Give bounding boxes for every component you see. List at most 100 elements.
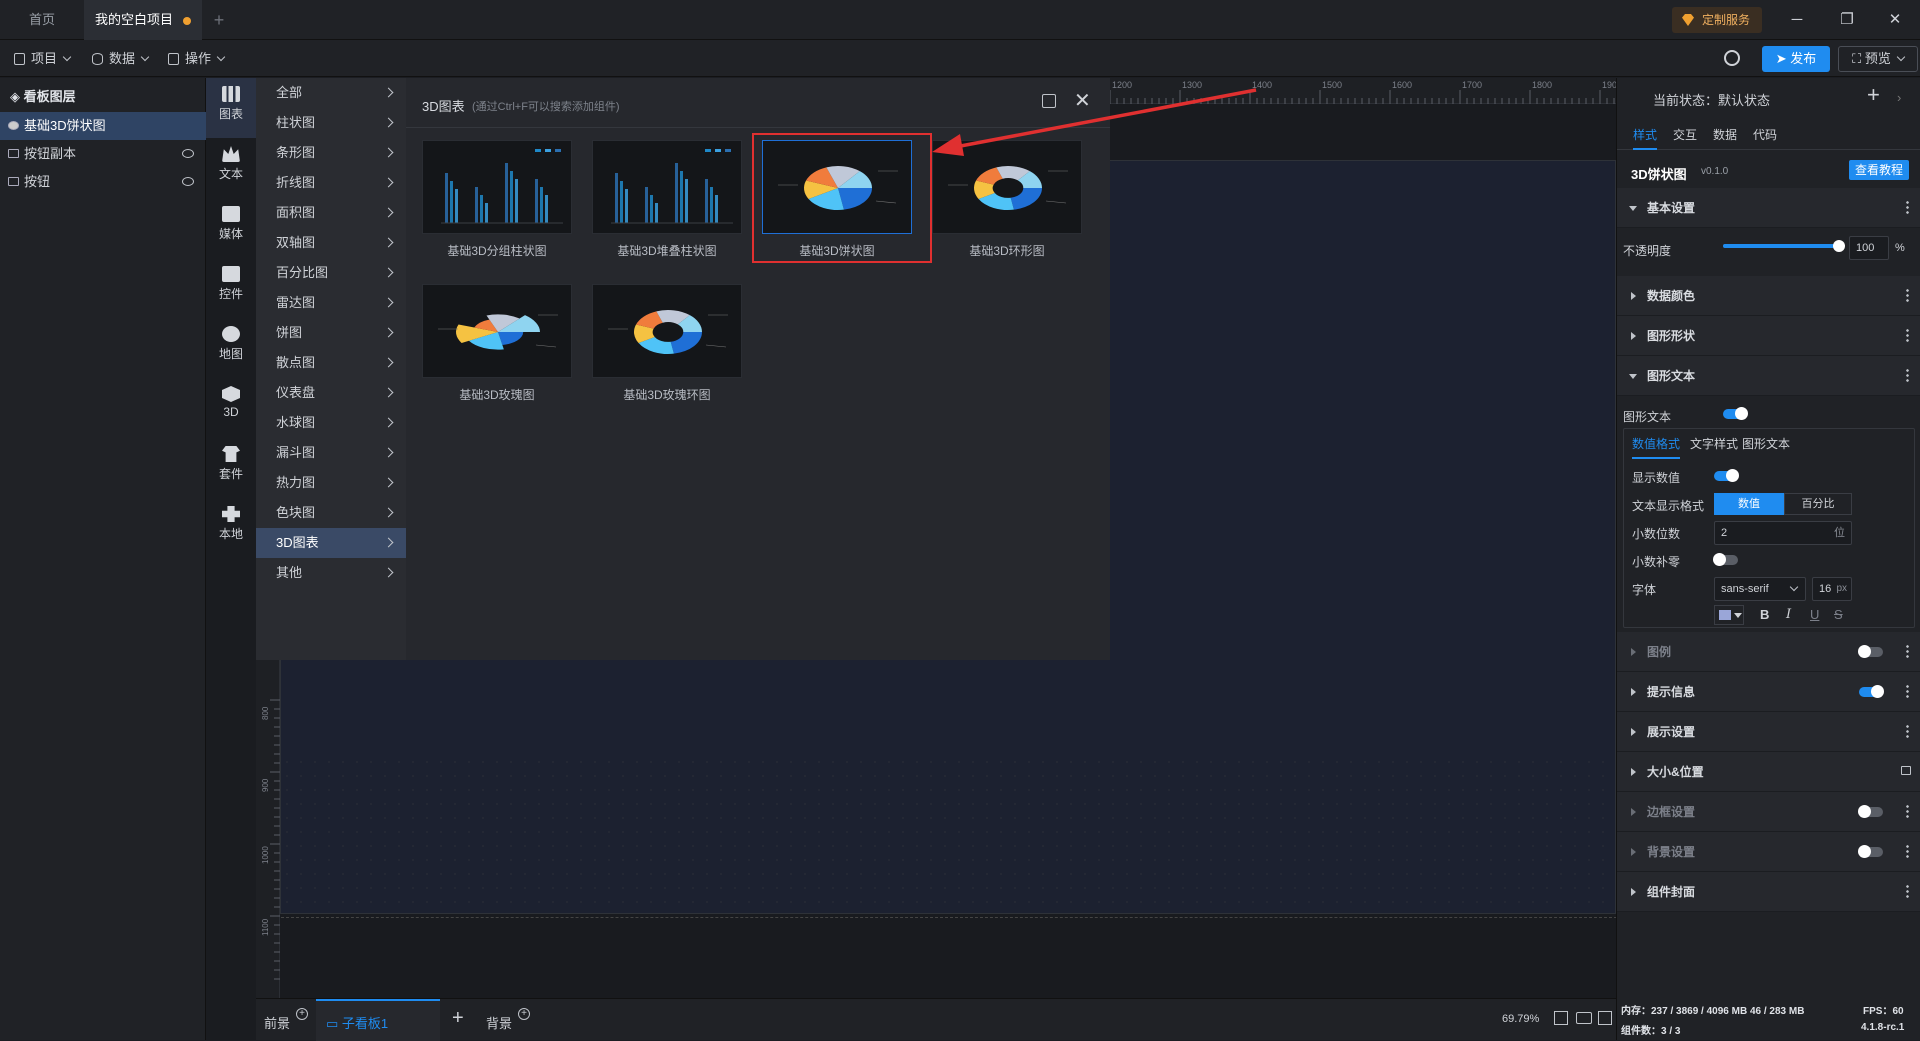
more-icon[interactable]	[1906, 884, 1909, 898]
bold-icon[interactable]: B	[1760, 607, 1769, 622]
tab-project[interactable]: 我的空白项目	[84, 0, 202, 40]
close-window-icon[interactable]: ✕	[1870, 0, 1920, 40]
chart-thumbnail-label[interactable]: 基础3D环形图	[922, 242, 1092, 259]
more-icon[interactable]	[1906, 328, 1909, 342]
type-3d[interactable]: 3D	[206, 378, 256, 438]
property-section[interactable]: 提示信息	[1617, 672, 1920, 712]
more-icon[interactable]	[1906, 684, 1909, 698]
tab-data[interactable]: 数据	[1713, 120, 1737, 150]
chart-thumbnail[interactable]	[422, 284, 572, 378]
add-subboard-button[interactable]: +	[452, 1007, 464, 1030]
chart-thumbnail-label[interactable]: 基础3D分组柱状图	[412, 242, 582, 259]
chart-thumbnail[interactable]	[592, 140, 742, 234]
section-toggle[interactable]	[1858, 645, 1883, 658]
chart-category-item[interactable]: 3D图表	[256, 528, 406, 558]
underline-icon[interactable]: U	[1810, 607, 1819, 622]
italic-icon[interactable]: I	[1786, 607, 1791, 622]
decimal-pad-toggle[interactable]	[1713, 553, 1738, 566]
section-basic-settings[interactable]: 基本设置	[1617, 188, 1920, 228]
type-chart[interactable]: 图表	[206, 78, 256, 138]
section-toggle[interactable]	[1859, 685, 1884, 698]
chart-category-item[interactable]: 面积图	[256, 198, 406, 228]
chart-category-item[interactable]: 水球图	[256, 408, 406, 438]
chart-thumbnail[interactable]	[422, 140, 572, 234]
chart-category-item[interactable]: 全部	[256, 78, 406, 108]
chart-category-item[interactable]: 条形图	[256, 138, 406, 168]
chart-category-item[interactable]: 双轴图	[256, 228, 406, 258]
chart-category-item[interactable]: 散点图	[256, 348, 406, 378]
font-color-picker[interactable]	[1714, 605, 1744, 625]
tab-interaction[interactable]: 交互	[1673, 120, 1697, 150]
section-toggle[interactable]	[1858, 845, 1883, 858]
layer-item[interactable]: 按钮	[0, 168, 206, 196]
terminal-icon[interactable]	[1598, 1011, 1612, 1025]
font-family-select[interactable]: sans-serif	[1714, 577, 1806, 601]
search-icon[interactable]	[1724, 50, 1740, 66]
opacity-input[interactable]: 100	[1849, 236, 1889, 260]
chart-category-item[interactable]: 柱状图	[256, 108, 406, 138]
publish-button[interactable]: ➤ 发布	[1762, 46, 1830, 72]
section-shape[interactable]: 图形形状	[1617, 316, 1920, 356]
subboard-tab[interactable]: ▭ 子看板1	[316, 999, 440, 1041]
opacity-slider[interactable]	[1723, 240, 1845, 252]
more-icon[interactable]	[1906, 288, 1909, 302]
property-section[interactable]: 图例	[1617, 632, 1920, 672]
zoom-level[interactable]: 69.79%	[1502, 1013, 1539, 1025]
font-size-input[interactable]: 16 px	[1812, 577, 1852, 601]
slider-handle[interactable]	[1833, 240, 1845, 252]
more-icon[interactable]	[1906, 804, 1909, 818]
tab-style[interactable]: 样式	[1633, 120, 1658, 150]
keyboard-icon[interactable]	[1576, 1012, 1592, 1024]
add-background-icon[interactable]: +	[518, 1008, 530, 1020]
show-value-toggle[interactable]	[1714, 469, 1739, 482]
chart-category-item[interactable]: 其他	[256, 558, 406, 588]
section-toggle[interactable]	[1858, 805, 1883, 818]
subtab-number-format[interactable]: 数值格式	[1632, 429, 1681, 459]
more-icon[interactable]	[1906, 644, 1909, 658]
property-section[interactable]: 背景设置	[1617, 832, 1920, 872]
property-section[interactable]: 边框设置	[1617, 792, 1920, 832]
preview-button[interactable]: ⛶ 预览	[1838, 46, 1918, 72]
background-layer-tab[interactable]: 背景	[486, 1013, 512, 1032]
section-shape-text[interactable]: 图形文本	[1617, 356, 1920, 396]
chart-thumbnail-label[interactable]: 基础3D玫瑰图	[412, 386, 582, 403]
section-data-color[interactable]: 数据颜色	[1617, 276, 1920, 316]
format-value-option[interactable]: 数值	[1714, 493, 1784, 515]
menu-project[interactable]: 项目	[14, 40, 72, 77]
fit-screen-icon[interactable]	[1554, 1011, 1568, 1025]
subtab-text-style[interactable]: 文字样式	[1690, 429, 1738, 459]
chart-category-item[interactable]: 热力图	[256, 468, 406, 498]
lock-icon[interactable]	[1901, 766, 1911, 775]
chevron-right-icon[interactable]: ›	[1897, 90, 1901, 105]
tab-home[interactable]: 首页	[0, 0, 84, 40]
decimals-input[interactable]: 2位	[1714, 521, 1852, 545]
restore-icon[interactable]: ❐	[1822, 0, 1872, 40]
add-front-icon[interactable]: +	[296, 1008, 308, 1020]
chart-category-item[interactable]: 饼图	[256, 318, 406, 348]
chart-category-item[interactable]: 仪表盘	[256, 378, 406, 408]
minimize-icon[interactable]: ─	[1772, 0, 1822, 40]
chart-category-item[interactable]: 色块图	[256, 498, 406, 528]
chart-thumbnail-label[interactable]: 基础3D玫瑰环图	[582, 386, 752, 403]
tab-code[interactable]: 代码	[1753, 120, 1777, 150]
more-icon[interactable]	[1906, 844, 1909, 858]
chart-category-item[interactable]: 折线图	[256, 168, 406, 198]
format-percent-option[interactable]: 百分比	[1784, 493, 1852, 515]
property-section[interactable]: 展示设置	[1617, 712, 1920, 752]
property-section[interactable]: 组件封面	[1617, 872, 1920, 912]
more-icon[interactable]	[1906, 724, 1909, 738]
subtab-shape-text[interactable]: 图形文本	[1742, 429, 1790, 459]
chart-category-item[interactable]: 雷达图	[256, 288, 406, 318]
strikethrough-icon[interactable]: S	[1834, 607, 1843, 622]
type-media[interactable]: 媒体	[206, 198, 256, 258]
type-kit[interactable]: 套件	[206, 438, 256, 498]
front-layer-tab[interactable]: 前景	[264, 1013, 290, 1032]
layer-item[interactable]: 基础3D饼状图	[0, 112, 206, 140]
layer-item[interactable]: 按钮副本	[0, 140, 206, 168]
tutorial-button[interactable]: 查看教程	[1849, 160, 1909, 180]
menu-operation[interactable]: 操作	[168, 40, 226, 77]
shape-text-toggle[interactable]	[1723, 407, 1748, 420]
add-state-button[interactable]: +	[1867, 82, 1880, 108]
chart-category-item[interactable]: 百分比图	[256, 258, 406, 288]
chart-thumbnail-label[interactable]: 基础3D堆叠柱状图	[582, 242, 752, 259]
